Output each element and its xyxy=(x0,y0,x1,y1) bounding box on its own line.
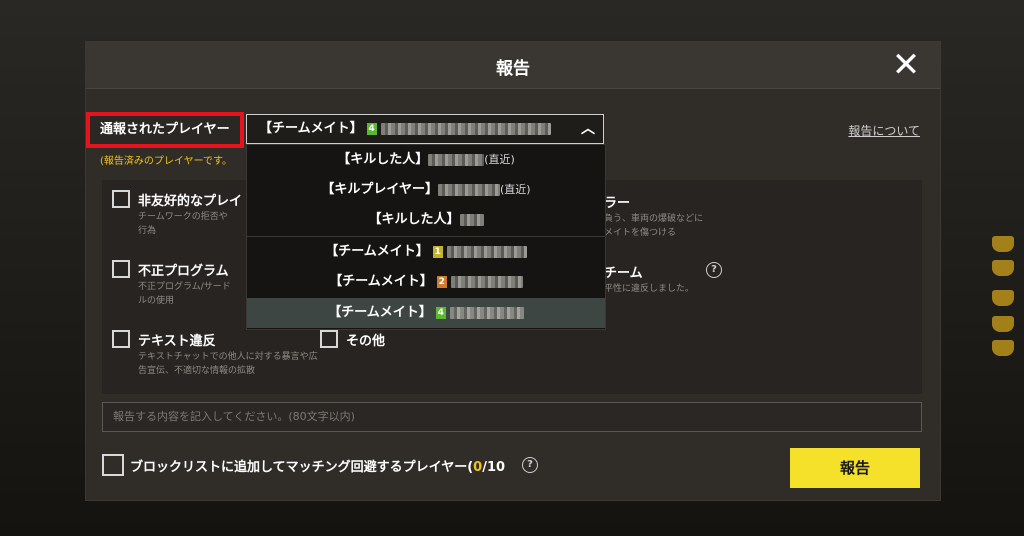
block-count-total: /10 xyxy=(482,460,506,475)
text-violation-checkbox[interactable] xyxy=(112,330,130,348)
report-text-input[interactable]: 報告する内容を記入してください。(80文字以内) xyxy=(102,402,922,432)
option-title: 不正プログラム xyxy=(138,264,229,279)
dropdown-item[interactable]: 【チームメイト】 1 xyxy=(247,237,605,267)
help-icon[interactable]: ? xyxy=(706,262,722,278)
player-select[interactable]: 【チームメイト】 4 ︿ xyxy=(246,114,604,144)
slot-icon xyxy=(992,236,1014,252)
slot-icon xyxy=(992,260,1014,276)
team-badge: 4 xyxy=(366,122,377,135)
option-title: 非友好的なプレイ xyxy=(138,194,243,209)
help-icon[interactable]: ? xyxy=(522,457,538,473)
slot-icon xyxy=(992,316,1014,332)
block-label: ブロックリストに追加してマッチング回避するプレイヤー(0/10 xyxy=(130,460,506,475)
background-side-slots xyxy=(940,180,1024,420)
option-right1-title: ラー xyxy=(604,196,631,211)
about-report-link[interactable]: 報告について xyxy=(848,122,920,139)
option-right2-desc: 平性に違反しました。 xyxy=(604,284,695,294)
option-title: その他 xyxy=(346,334,386,349)
reported-player-label: 通報されたプレイヤー xyxy=(86,112,244,148)
modal-header: 報告 ✕ xyxy=(86,42,940,89)
slot-icon xyxy=(992,340,1014,356)
block-checkbox[interactable] xyxy=(102,454,124,476)
dropdown-item[interactable]: 【キルプレイヤー】 (直近) xyxy=(247,175,605,205)
option-title: テキスト違反 xyxy=(138,334,216,349)
block-count-current: 0 xyxy=(473,460,483,475)
player-dropdown: 【キルした人】 (直近) 【キルプレイヤー】 (直近) 【キルした人】 【チームメイ… xyxy=(246,144,606,330)
reported-note: (報告済みのプレイヤーです。 xyxy=(100,156,233,167)
team-badge: 2 xyxy=(436,275,447,288)
report-button[interactable]: 報告 xyxy=(790,448,920,488)
slot-icon xyxy=(992,290,1014,306)
team-badge: 4 xyxy=(435,306,446,319)
player-select-prefix: 【チームメイト】 xyxy=(259,121,363,136)
other-checkbox[interactable] xyxy=(320,330,338,348)
option-right1-desc: 負う、車両の爆破などに xyxy=(604,214,704,224)
cheat-checkbox[interactable] xyxy=(112,260,130,278)
report-modal: 報告 ✕ 通報されたプレイヤー 【チームメイト】 4 ︿ (報告済みのプレイヤーで… xyxy=(86,42,940,500)
dropdown-item[interactable]: 【チームメイト】 2 xyxy=(247,267,605,297)
dropdown-item[interactable]: 【キルした人】 xyxy=(247,205,605,235)
option-right1-desc2: メイトを傷つける xyxy=(604,228,677,238)
dropdown-item-selected[interactable]: 【チームメイト】 4 xyxy=(247,298,605,328)
option-right2-title: チーム xyxy=(604,266,643,281)
team-badge: 1 xyxy=(432,245,443,258)
dropdown-item[interactable]: 【キルした人】 (直近) xyxy=(247,145,605,175)
blurred-name xyxy=(380,122,551,135)
close-icon[interactable]: ✕ xyxy=(888,48,924,84)
chevron-up-icon: ︿ xyxy=(581,121,595,137)
modal-title: 報告 xyxy=(496,59,530,79)
option-desc: テキストチャットでの他人に対する暴言や広告宣伝、不適切な情報の拡散 xyxy=(138,352,318,376)
unfriendly-checkbox[interactable] xyxy=(112,190,130,208)
